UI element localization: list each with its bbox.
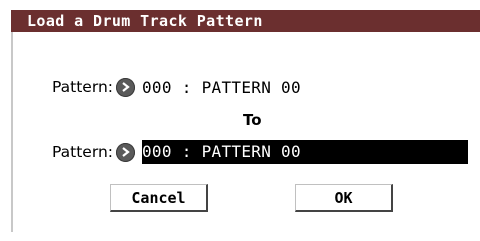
destination-pattern-popup-arrow-icon[interactable] (116, 142, 135, 162)
dialog-title-bar: Load a Drum Track Pattern (11, 10, 480, 32)
dialog-left-border (11, 32, 13, 232)
destination-pattern-label: Pattern: (52, 143, 113, 161)
source-pattern-value[interactable]: 000 : PATTERN 00 (142, 78, 301, 97)
to-label: To (243, 111, 262, 129)
load-drum-track-pattern-dialog: Load a Drum Track Pattern Pattern: 000 :… (0, 0, 480, 241)
dialog-title: Load a Drum Track Pattern (27, 12, 263, 30)
destination-pattern-value[interactable]: 000 : PATTERN 00 (142, 140, 468, 164)
source-pattern-row: Pattern: 000 : PATTERN 00 (52, 76, 301, 98)
destination-pattern-row: Pattern: 000 : PATTERN 00 (52, 140, 468, 164)
ok-button[interactable]: OK (295, 184, 393, 212)
cancel-button[interactable]: Cancel (110, 184, 208, 212)
source-pattern-popup-arrow-icon[interactable] (116, 77, 135, 97)
source-pattern-label: Pattern: (52, 78, 113, 96)
